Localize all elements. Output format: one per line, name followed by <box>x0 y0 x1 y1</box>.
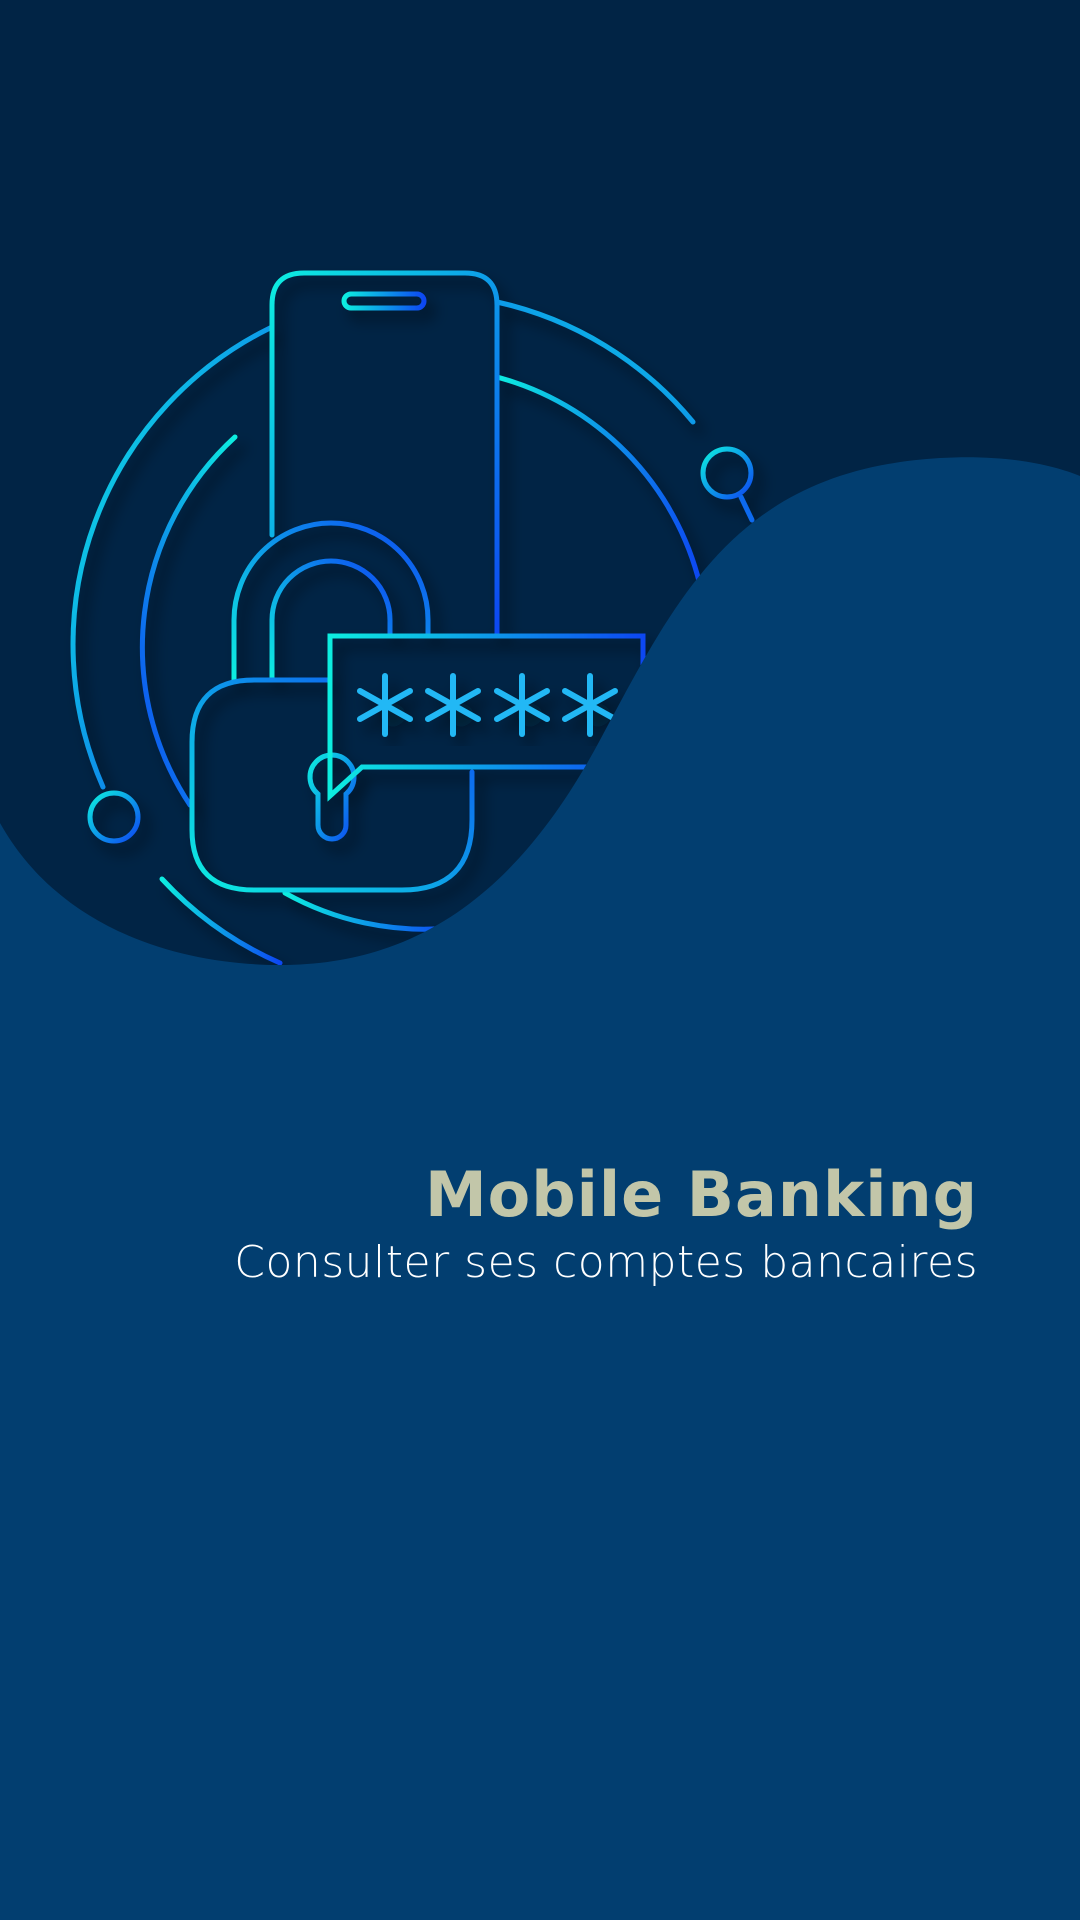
onboarding-subtitle: Consulter ses comptes bancaires <box>234 1237 978 1289</box>
onboarding-headline: Mobile Banking Consulter ses comptes ban… <box>78 1158 978 1292</box>
onboarding-title: Mobile Banking <box>424 1158 978 1231</box>
onboarding-screen: Mobile Banking Consulter ses comptes ban… <box>0 0 1080 1920</box>
security-illustration <box>0 0 1080 1000</box>
